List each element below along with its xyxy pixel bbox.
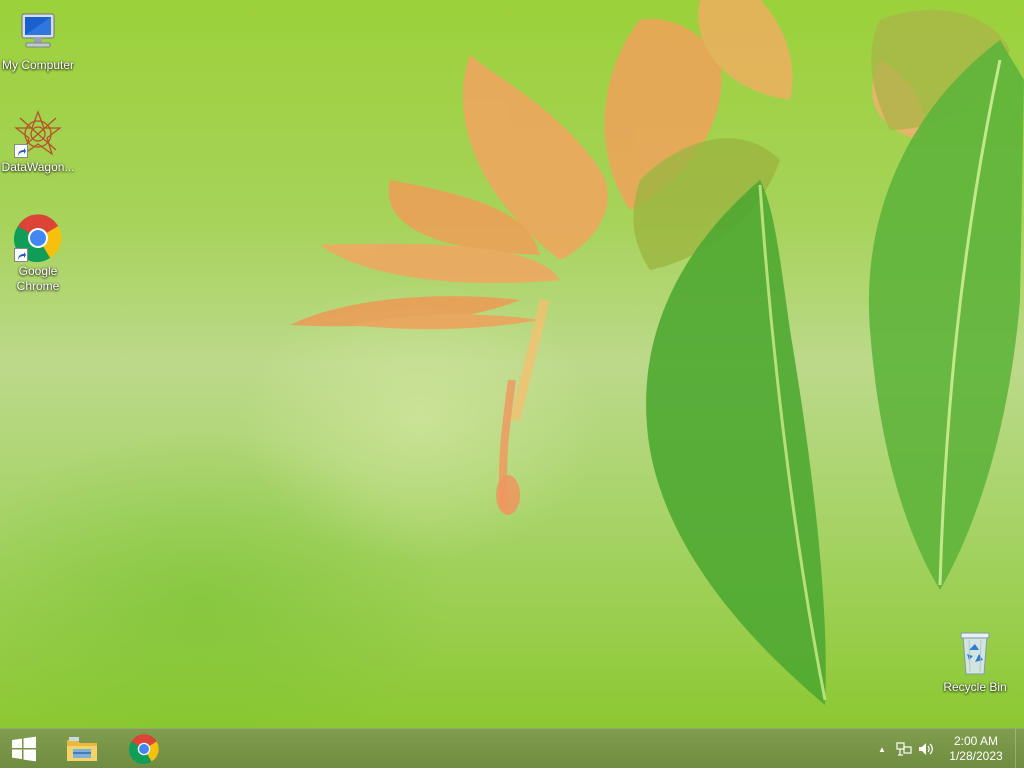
recycle-bin-icon xyxy=(951,630,999,678)
desktop-icon-google-chrome[interactable]: Google Chrome xyxy=(0,214,76,294)
shortcut-arrow-icon xyxy=(14,248,28,262)
network-icon[interactable] xyxy=(893,729,915,769)
desktop[interactable]: My Computer DataWagon... Google Chrome R… xyxy=(0,0,1024,728)
computer-icon xyxy=(14,8,62,56)
taskbar: ▲ 2:00 AM 1/28/2023 xyxy=(0,728,1024,769)
show-desktop-button[interactable] xyxy=(1015,729,1024,769)
datawagon-icon xyxy=(14,110,62,158)
start-button[interactable] xyxy=(0,729,48,769)
clock-time: 2:00 AM xyxy=(953,734,999,748)
system-tray: ▲ 2:00 AM 1/28/2023 xyxy=(871,729,1024,769)
desktop-icon-label: My Computer xyxy=(1,58,75,72)
desktop-icon-label: Google Chrome xyxy=(16,264,60,293)
speaker-icon[interactable] xyxy=(915,729,937,769)
taskbar-file-explorer-button[interactable] xyxy=(56,729,108,769)
wallpaper-image xyxy=(290,0,1024,705)
windows-logo-icon xyxy=(12,736,36,762)
taskbar-chrome-button[interactable] xyxy=(118,729,170,769)
chevron-up-icon[interactable]: ▲ xyxy=(871,729,893,769)
tray-overflow-chevron: ▲ xyxy=(878,744,886,754)
chrome-icon xyxy=(13,214,62,263)
taskbar-clock[interactable]: 2:00 AM 1/28/2023 xyxy=(937,729,1015,769)
shortcut-arrow-icon xyxy=(14,144,28,158)
desktop-icon-recycle-bin[interactable]: Recycle Bin xyxy=(937,630,1013,695)
desktop-icon-label: Recycle Bin xyxy=(943,680,1007,694)
desktop-icon-label: DataWagon... xyxy=(1,160,75,174)
clock-date: 1/28/2023 xyxy=(949,749,1003,763)
desktop-icon-datawagon[interactable]: DataWagon... xyxy=(0,110,76,175)
desktop-icon-my-computer[interactable]: My Computer xyxy=(0,8,76,73)
chrome-icon xyxy=(129,734,159,764)
file-explorer-icon xyxy=(67,737,97,761)
